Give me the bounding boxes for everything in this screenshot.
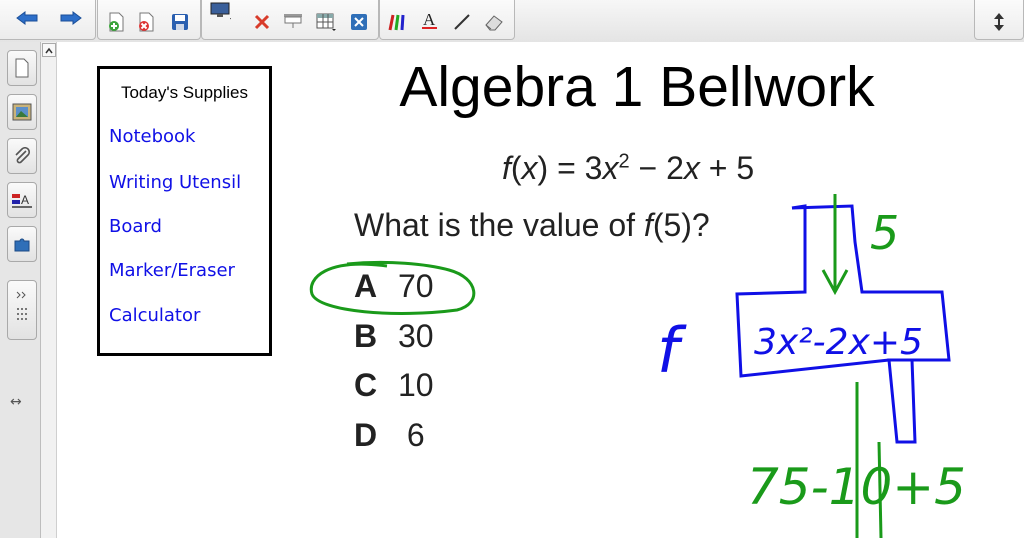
gallery-tab[interactable]	[7, 94, 37, 130]
page-sorter-tab[interactable]	[7, 50, 37, 86]
screen-capture-icon[interactable]	[208, 0, 232, 21]
tools-group	[201, 0, 379, 40]
gallery-icon	[12, 103, 32, 121]
ink-work: 75-10+5	[747, 458, 966, 516]
ink-input-value: 5	[870, 206, 899, 260]
back-arrow-icon[interactable]	[15, 7, 39, 29]
properties-tab[interactable]: A	[7, 182, 37, 218]
text-icon[interactable]: A	[418, 9, 442, 31]
save-icon[interactable]	[168, 11, 192, 33]
delete-icon[interactable]	[250, 11, 274, 33]
page-sorter-icon	[15, 58, 29, 78]
move-toolbar-icon[interactable]	[987, 11, 1011, 33]
resize-arrow-icon[interactable]: ↔	[10, 394, 22, 410]
table-icon[interactable]	[314, 11, 338, 33]
answer-circle-ink	[309, 260, 476, 315]
sidebar: A ↔	[0, 42, 41, 538]
page-group	[97, 0, 201, 40]
sidebar-collapse-handle[interactable]	[7, 280, 37, 340]
screen-shade-icon[interactable]	[281, 11, 305, 33]
scroll-up-button[interactable]	[42, 43, 56, 57]
line-icon[interactable]	[450, 11, 474, 33]
attachments-tab[interactable]	[7, 138, 37, 174]
ink-layer: 5 f 3x²-2x+5 75-10+5	[309, 194, 966, 538]
addons-tab[interactable]	[7, 226, 37, 262]
attachments-icon	[15, 147, 31, 164]
toolbar: A	[0, 0, 1024, 43]
svg-text:A: A	[423, 10, 436, 29]
svg-text:A: A	[21, 193, 29, 207]
addons-icon	[14, 238, 30, 252]
ink-rule: 3x²-2x+5	[754, 322, 923, 363]
fit-page-icon[interactable]	[347, 11, 371, 33]
draw-group: A	[379, 0, 515, 40]
grip-icon	[16, 291, 27, 320]
right-group	[974, 0, 1024, 40]
nav-group	[0, 0, 96, 40]
whiteboard-canvas[interactable]: Today's Supplies Notebook Writing Utensi…	[57, 42, 1024, 538]
ink-function-label: f	[657, 314, 687, 387]
ink-text: 5 f 3x²-2x+5 75-10+5	[657, 206, 966, 516]
vertical-scrollbar[interactable]	[41, 42, 57, 538]
add-page-icon[interactable]	[104, 11, 128, 33]
eraser-icon[interactable]	[482, 11, 506, 33]
chevron-up-icon	[45, 47, 53, 54]
forward-arrow-icon[interactable]	[59, 7, 83, 29]
pens-icon[interactable]	[386, 11, 410, 33]
properties-icon: A	[12, 193, 32, 208]
delete-page-icon[interactable]	[134, 11, 158, 33]
input-arrow-ink	[821, 194, 849, 296]
